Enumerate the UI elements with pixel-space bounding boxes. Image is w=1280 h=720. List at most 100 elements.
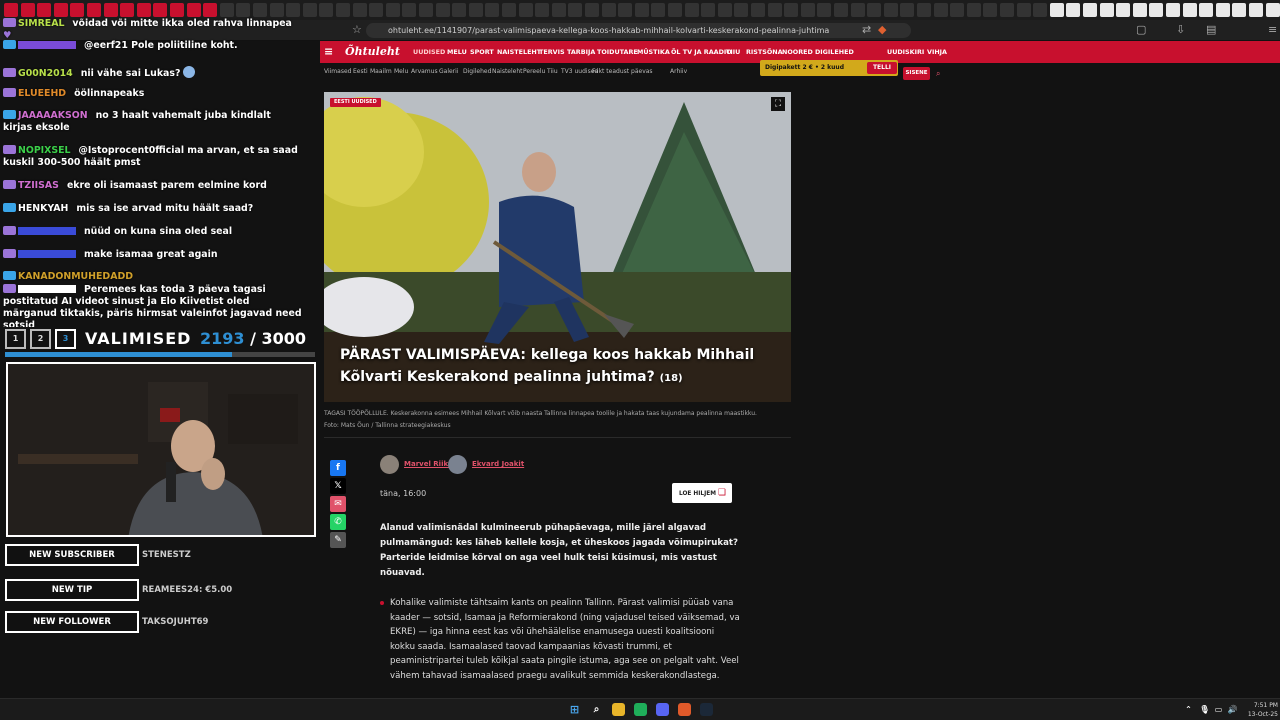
- browser-tab[interactable]: [369, 3, 384, 17]
- browser-tab[interactable]: [585, 3, 599, 17]
- browser-tab[interactable]: [402, 3, 417, 17]
- bookmark-icon[interactable]: ☆: [352, 24, 362, 36]
- chat-username[interactable]: [18, 227, 76, 235]
- browser-tab[interactable]: [850, 3, 865, 17]
- browser-tab[interactable]: [933, 3, 948, 17]
- network-icon[interactable]: ▭: [1212, 703, 1225, 716]
- chat-username[interactable]: ELUEEHD: [18, 88, 66, 99]
- browser-tab[interactable]: [601, 3, 616, 17]
- browser-tab[interactable]: [867, 3, 882, 17]
- extensions-icon[interactable]: ▢: [1136, 24, 1146, 36]
- chat-username[interactable]: G00N2014: [18, 68, 73, 79]
- browser-tab[interactable]: [1132, 3, 1147, 17]
- browser-tab[interactable]: [1049, 3, 1064, 17]
- comment-count[interactable]: (18): [660, 373, 683, 384]
- microphone-icon[interactable]: 🎙: [1198, 703, 1211, 716]
- browser-tab[interactable]: [817, 3, 832, 17]
- browser-tab[interactable]: [1215, 3, 1230, 17]
- browser-tab[interactable]: [1066, 3, 1081, 17]
- search-icon[interactable]: ⌕: [936, 67, 940, 80]
- nav-item[interactable]: TARBIJA: [567, 41, 595, 63]
- chat-username[interactable]: TZIISAS: [18, 180, 59, 191]
- translate-icon[interactable]: ⇄: [862, 24, 871, 36]
- subnav-item[interactable]: Maailm: [370, 67, 392, 77]
- browser-tab[interactable]: [701, 3, 716, 17]
- browser-tab[interactable]: [684, 3, 699, 17]
- browser-tab[interactable]: [1149, 3, 1164, 17]
- browser-tab[interactable]: [1265, 3, 1280, 17]
- file-explorer-icon[interactable]: [612, 703, 625, 716]
- browser-tab[interactable]: [800, 3, 815, 17]
- subnav-item[interactable]: Fakt teadust päevas: [592, 67, 653, 77]
- discord-icon[interactable]: [656, 703, 669, 716]
- subnav-item[interactable]: Melu: [394, 67, 408, 77]
- read-later-button[interactable]: LOE HILJEM ❏: [672, 483, 732, 503]
- article-hero-image[interactable]: EESTI UUDISED ⛶ PÄRAST VALIMISPÄEVA: kel…: [324, 92, 791, 402]
- browser-tab[interactable]: [1000, 3, 1014, 17]
- login-button[interactable]: SISENE: [903, 67, 930, 80]
- browser-tab[interactable]: [1016, 3, 1031, 17]
- browser-tab[interactable]: [518, 3, 533, 17]
- download-icon[interactable]: ⇩: [1176, 24, 1185, 36]
- browser-tab[interactable]: [900, 3, 915, 17]
- author-link[interactable]: Marvel Riik,: [404, 459, 451, 469]
- browser-tab[interactable]: [1182, 3, 1197, 17]
- brave-shield-icon[interactable]: ◆: [878, 24, 886, 36]
- search-icon[interactable]: ⌕: [590, 703, 603, 716]
- brave-icon[interactable]: [678, 703, 691, 716]
- nav-item[interactable]: TERVIS: [539, 41, 565, 63]
- url-field[interactable]: ohtuleht.ee/1141907/parast-valimispaeva-…: [366, 23, 911, 38]
- hamburger-menu-icon[interactable]: ≡: [324, 41, 333, 63]
- browser-tab[interactable]: [651, 3, 666, 17]
- browser-tab[interactable]: [336, 3, 350, 17]
- browser-tab[interactable]: [767, 3, 782, 17]
- sidebar-icon[interactable]: ▤: [1206, 24, 1216, 36]
- facebook-share-icon[interactable]: f: [330, 460, 346, 476]
- browser-tab[interactable]: [1166, 3, 1180, 17]
- site-logo[interactable]: Õhtuleht: [345, 44, 400, 60]
- nav-item[interactable]: NAISTELEHT: [497, 41, 541, 63]
- chat-username[interactable]: KANADONMUHEDADD: [18, 271, 133, 282]
- subnav-item[interactable]: Viimased: [324, 67, 351, 77]
- browser-tab[interactable]: [784, 3, 799, 17]
- nav-item[interactable]: TOIDUTARE: [597, 41, 638, 63]
- browser-tab[interactable]: [385, 3, 400, 17]
- chat-username[interactable]: [18, 41, 76, 49]
- chat-username[interactable]: [18, 250, 76, 258]
- subnav-item[interactable]: Tiiu: [547, 67, 558, 77]
- browser-tab[interactable]: [551, 3, 566, 17]
- browser-tab[interactable]: [485, 3, 500, 17]
- browser-tab[interactable]: [1232, 3, 1247, 17]
- app-icon[interactable]: [634, 703, 647, 716]
- browser-tab[interactable]: [1099, 3, 1114, 17]
- subscribe-button[interactable]: TELLI: [867, 62, 897, 74]
- promo-banner[interactable]: Digipakett 2 € • 2 kuud TELLI: [760, 60, 898, 76]
- browser-tab[interactable]: [1083, 3, 1097, 17]
- chevron-up-icon[interactable]: ⌃: [1182, 703, 1195, 716]
- browser-tab[interactable]: [352, 3, 367, 17]
- chat-username[interactable]: HENKYAH: [18, 203, 68, 214]
- browser-tab[interactable]: [468, 3, 483, 17]
- browser-tab[interactable]: [1033, 3, 1048, 17]
- edit-icon[interactable]: ✎: [330, 532, 346, 548]
- nav-item[interactable]: UUDISED: [413, 41, 445, 63]
- x-share-icon[interactable]: 𝕏: [330, 478, 346, 494]
- browser-tab[interactable]: [1116, 3, 1131, 17]
- nav-item-right[interactable]: VIHJA: [927, 41, 947, 63]
- browser-tab[interactable]: [535, 3, 550, 17]
- browser-tab[interactable]: [618, 3, 633, 17]
- browser-tab[interactable]: [1199, 3, 1214, 17]
- browser-tab[interactable]: [1249, 3, 1263, 17]
- windows-start-icon[interactable]: ⊞: [568, 703, 581, 716]
- email-share-icon[interactable]: ✉: [330, 496, 346, 512]
- chat-username[interactable]: JAAAAAKSON: [18, 110, 88, 121]
- browser-tab[interactable]: [419, 3, 433, 17]
- subnav-item[interactable]: Arvamus: [411, 67, 438, 77]
- category-tag[interactable]: EESTI UUDISED: [330, 98, 381, 107]
- nav-item[interactable]: TIIU: [726, 41, 740, 63]
- subnav-item[interactable]: Naisteleht: [492, 67, 523, 77]
- browser-tab[interactable]: [568, 3, 583, 17]
- browser-tab[interactable]: [883, 3, 898, 17]
- subnav-item[interactable]: Pereelu: [523, 67, 545, 77]
- browser-tab[interactable]: [983, 3, 998, 17]
